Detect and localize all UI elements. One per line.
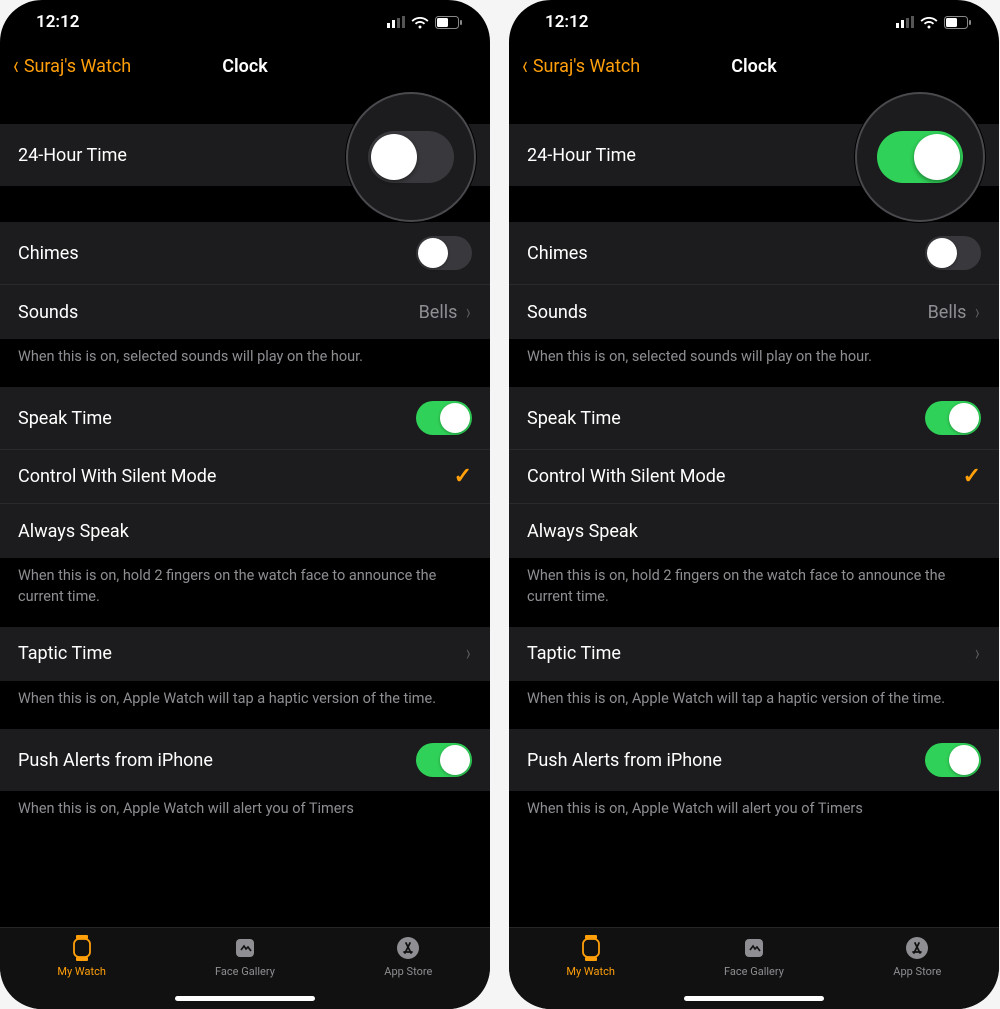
nav-bar: ‹ Suraj's Watch Clock [509,44,999,88]
tab-app-store[interactable]: App Store [327,934,489,1009]
phone-screen-left: 12:12 ‹ Suraj's Watch Clock 24-Hour Time… [0,0,490,1009]
tab-label: My Watch [566,965,615,978]
face-gallery-icon [231,934,259,962]
toggle-push-alerts[interactable] [925,743,981,777]
row-speak-time[interactable]: Speak Time [509,387,999,450]
row-label: Push Alerts from iPhone [527,750,722,771]
toggle-speak-time[interactable] [925,401,981,435]
row-label: Control With Silent Mode [18,466,216,487]
row-control-silent[interactable]: Control With Silent Mode ✓ [0,450,490,504]
back-button[interactable]: ‹ Suraj's Watch [12,53,131,79]
check-icon: ✓ [963,464,981,489]
row-label: Taptic Time [527,643,621,664]
row-label: Speak Time [18,408,112,429]
row-label: Taptic Time [18,643,112,664]
nav-title: Clock [731,56,777,77]
tab-my-watch[interactable]: My Watch [510,934,672,1009]
chevron-right-icon: › [975,300,980,325]
status-indicators [896,16,971,29]
nav-bar: ‹ Suraj's Watch Clock [0,44,490,88]
app-store-icon [903,934,931,962]
battery-icon [435,16,462,29]
status-indicators [387,16,462,29]
row-label: Speak Time [527,408,621,429]
row-value: Bells [928,302,967,323]
row-label: Push Alerts from iPhone [18,750,213,771]
row-label: Sounds [527,302,587,323]
row-label: 24-Hour Time [527,145,636,166]
cellular-icon [387,16,405,28]
face-gallery-icon [740,934,768,962]
callout-magnifier [855,92,985,222]
row-taptic-time[interactable]: Taptic Time › [0,627,490,681]
row-label: 24-Hour Time [18,145,127,166]
toggle-chimes[interactable] [925,236,981,270]
chevron-right-icon: › [466,641,471,666]
wifi-icon [920,16,938,29]
row-push-alerts[interactable]: Push Alerts from iPhone [509,729,999,791]
tab-my-watch[interactable]: My Watch [1,934,163,1009]
footer-push: When this is on, Apple Watch will alert … [509,791,999,823]
tab-label: My Watch [57,965,106,978]
row-label: Chimes [18,243,79,264]
battery-icon [944,16,971,29]
chevron-left-icon: ‹ [522,53,527,79]
chevron-left-icon: ‹ [13,53,18,79]
callout-magnifier [346,92,476,222]
tab-label: App Store [893,965,941,978]
footer-taptic: When this is on, Apple Watch will tap a … [509,681,999,729]
magnified-toggle-off [368,131,454,183]
check-icon: ✓ [454,464,472,489]
row-label: Sounds [18,302,78,323]
footer-push: When this is on, Apple Watch will alert … [0,791,490,823]
home-indicator[interactable] [684,996,824,1001]
tab-label: Face Gallery [724,965,784,978]
row-sounds[interactable]: Sounds Bells › [509,285,999,339]
back-label: Suraj's Watch [533,56,640,77]
footer-speak: When this is on, hold 2 fingers on the w… [509,558,999,627]
row-push-alerts[interactable]: Push Alerts from iPhone [0,729,490,791]
row-value: Bells [419,302,458,323]
row-label: Control With Silent Mode [527,466,725,487]
row-label: Chimes [527,243,588,264]
chevron-right-icon: › [466,300,471,325]
row-always-speak[interactable]: Always Speak [0,504,490,558]
row-taptic-time[interactable]: Taptic Time › [509,627,999,681]
status-bar: 12:12 [509,0,999,44]
row-chimes[interactable]: Chimes [509,222,999,285]
footer-speak: When this is on, hold 2 fingers on the w… [0,558,490,627]
watch-icon [577,934,605,962]
app-store-icon [394,934,422,962]
toggle-push-alerts[interactable] [416,743,472,777]
tab-label: Face Gallery [215,965,275,978]
footer-chimes: When this is on, selected sounds will pl… [0,339,490,387]
nav-title: Clock [222,56,268,77]
row-chimes[interactable]: Chimes [0,222,490,285]
status-time: 12:12 [545,12,588,32]
chevron-right-icon: › [975,641,980,666]
row-label: Always Speak [18,521,129,542]
watch-icon [68,934,96,962]
row-always-speak[interactable]: Always Speak [509,504,999,558]
wifi-icon [411,16,429,29]
status-bar: 12:12 [0,0,490,44]
toggle-chimes[interactable] [416,236,472,270]
tab-label: App Store [384,965,432,978]
cellular-icon [896,16,914,28]
toggle-speak-time[interactable] [416,401,472,435]
row-sounds[interactable]: Sounds Bells › [0,285,490,339]
magnified-toggle-on [877,131,963,183]
row-label: Always Speak [527,521,638,542]
footer-chimes: When this is on, selected sounds will pl… [509,339,999,387]
row-control-silent[interactable]: Control With Silent Mode ✓ [509,450,999,504]
row-speak-time[interactable]: Speak Time [0,387,490,450]
tab-app-store[interactable]: App Store [836,934,998,1009]
status-time: 12:12 [36,12,79,32]
back-label: Suraj's Watch [24,56,131,77]
phone-screen-right: 12:12 ‹ Suraj's Watch Clock 24-Hour Time… [509,0,999,1009]
footer-taptic: When this is on, Apple Watch will tap a … [0,681,490,729]
back-button[interactable]: ‹ Suraj's Watch [521,53,640,79]
home-indicator[interactable] [175,996,315,1001]
